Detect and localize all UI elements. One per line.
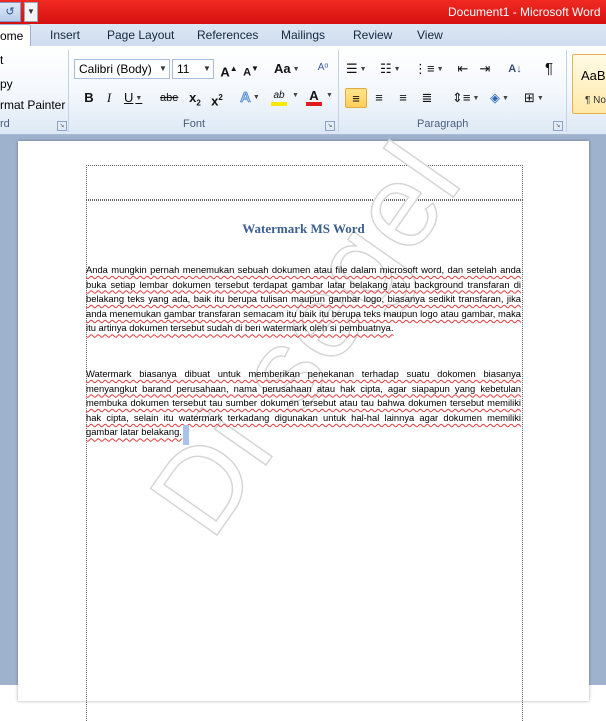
multilevel-list-icon[interactable]: ⋮≡ ▼ xyxy=(414,59,444,79)
chevron-down-icon[interactable]: ▼ xyxy=(201,60,213,78)
shrink-font-label: A xyxy=(243,66,252,79)
change-case-button[interactable]: Aa ▼ xyxy=(274,59,300,79)
align-right-icon[interactable]: ≡ xyxy=(394,88,412,108)
borders-icon[interactable]: ⊞ ▼ xyxy=(524,88,544,108)
tab-review[interactable]: Review xyxy=(353,28,392,42)
highlight-label: ab xyxy=(273,90,285,101)
document-page[interactable]: Di segel Watermark MS Word Anda mungkin … xyxy=(18,119,589,721)
document-paragraph-2[interactable]: Watermark biasanya dibuat untuk memberik… xyxy=(86,367,521,446)
group-divider xyxy=(566,50,567,132)
font-size-combo[interactable]: 11 ▼ xyxy=(172,59,214,79)
decrease-indent-icon[interactable]: ⇤ xyxy=(454,59,472,79)
style-normal-button[interactable]: AaBb ¶ No xyxy=(572,54,606,114)
tab-insert[interactable]: Insert xyxy=(50,28,80,42)
tab-mailings[interactable]: Mailings xyxy=(281,28,325,42)
increase-indent-icon[interactable]: ⇥ xyxy=(476,59,494,79)
numbering-icon[interactable]: ☷ ▼ xyxy=(380,59,401,79)
clear-formatting-icon[interactable]: Aᵅ xyxy=(314,58,332,78)
subscript-button[interactable]: x2 xyxy=(186,88,204,108)
tab-references[interactable]: References xyxy=(197,28,258,42)
grow-font-button[interactable]: A▲ xyxy=(220,59,238,79)
font-color-button[interactable]: A ▼ xyxy=(305,86,333,106)
grow-font-label: A xyxy=(220,64,230,80)
underline-label: U xyxy=(124,90,134,105)
italic-button[interactable]: I xyxy=(100,88,118,108)
paragraph-launcher-icon[interactable]: ↘ xyxy=(553,121,563,131)
font-color-bar xyxy=(306,102,322,106)
ribbon-tabs: ome Insert Page Layout References Mailin… xyxy=(0,24,606,46)
font-group-label: Font xyxy=(183,118,206,130)
style-name: ¶ No xyxy=(585,95,606,106)
paragraph-group-label: Paragraph xyxy=(417,118,469,130)
group-divider xyxy=(338,50,339,132)
font-name-value: Calibri (Body) xyxy=(79,62,152,76)
strikethrough-button[interactable]: abe xyxy=(160,88,178,108)
font-launcher-icon[interactable]: ↘ xyxy=(325,121,335,131)
bullets-icon[interactable]: ☰ ▼ xyxy=(346,59,367,79)
quick-access-toolbar: ↺ ▼ xyxy=(0,2,40,22)
tab-home[interactable]: ome xyxy=(0,24,32,46)
bold-button[interactable]: B xyxy=(80,88,98,108)
shading-icon[interactable]: ◈ ▼ xyxy=(490,88,509,108)
customize-qat-dropdown[interactable]: ▼ xyxy=(24,2,38,22)
shrink-font-button[interactable]: A▼ xyxy=(242,59,260,79)
font-size-value: 11 xyxy=(177,62,190,76)
cut-button[interactable]: t xyxy=(0,53,3,67)
show-formatting-icon[interactable]: ¶ xyxy=(540,59,558,79)
change-case-label: Aa xyxy=(274,61,291,76)
title-bar: ↺ ▼ Document1 - Microsoft Word xyxy=(0,0,606,24)
font-color-label: A xyxy=(309,88,319,103)
paragraph-2-text: Watermark biasanya dibuat untuk memberik… xyxy=(86,368,521,438)
highlight-button[interactable]: ab ▼ xyxy=(270,86,299,106)
tab-view[interactable]: View xyxy=(417,28,443,42)
line-spacing-icon[interactable]: ⇕≡ ▼ xyxy=(452,88,479,108)
align-left-icon[interactable]: ≡ xyxy=(345,88,367,108)
justify-icon[interactable]: ≣ xyxy=(418,88,436,108)
window-title: Document1 - Microsoft Word xyxy=(448,5,601,19)
clipboard-group-label: rd xyxy=(0,118,10,130)
document-area[interactable]: Di segel Watermark MS Word Anda mungkin … xyxy=(0,119,606,721)
copy-button[interactable]: py xyxy=(0,77,13,91)
ribbon: t py rmat Painter rd ↘ Calibri (Body) ▼ … xyxy=(0,46,606,135)
tab-page-layout[interactable]: Page Layout xyxy=(107,28,174,42)
font-name-combo[interactable]: Calibri (Body) ▼ xyxy=(74,59,170,79)
document-paragraph-1[interactable]: Anda mungkin pernah menemukan sebuah dok… xyxy=(86,263,521,336)
superscript-button[interactable]: x2 xyxy=(208,88,226,108)
underline-button[interactable]: U ▼ xyxy=(124,88,142,108)
document-title[interactable]: Watermark MS Word xyxy=(86,221,521,237)
text-effects-button[interactable]: A ▼ xyxy=(240,88,260,108)
align-center-icon[interactable]: ≡ xyxy=(370,88,388,108)
text-cursor xyxy=(182,425,189,446)
format-painter-button[interactable]: rmat Painter xyxy=(0,98,65,112)
style-preview: AaBb xyxy=(581,68,606,83)
save-icon[interactable]: ↺ xyxy=(0,2,21,22)
group-divider xyxy=(68,50,69,132)
clipboard-launcher-icon[interactable]: ↘ xyxy=(57,121,67,131)
chevron-down-icon[interactable]: ▼ xyxy=(157,60,169,78)
text-effects-label: A xyxy=(240,89,251,107)
sort-icon[interactable]: A↓ xyxy=(506,59,524,79)
highlight-color-bar xyxy=(271,102,287,106)
